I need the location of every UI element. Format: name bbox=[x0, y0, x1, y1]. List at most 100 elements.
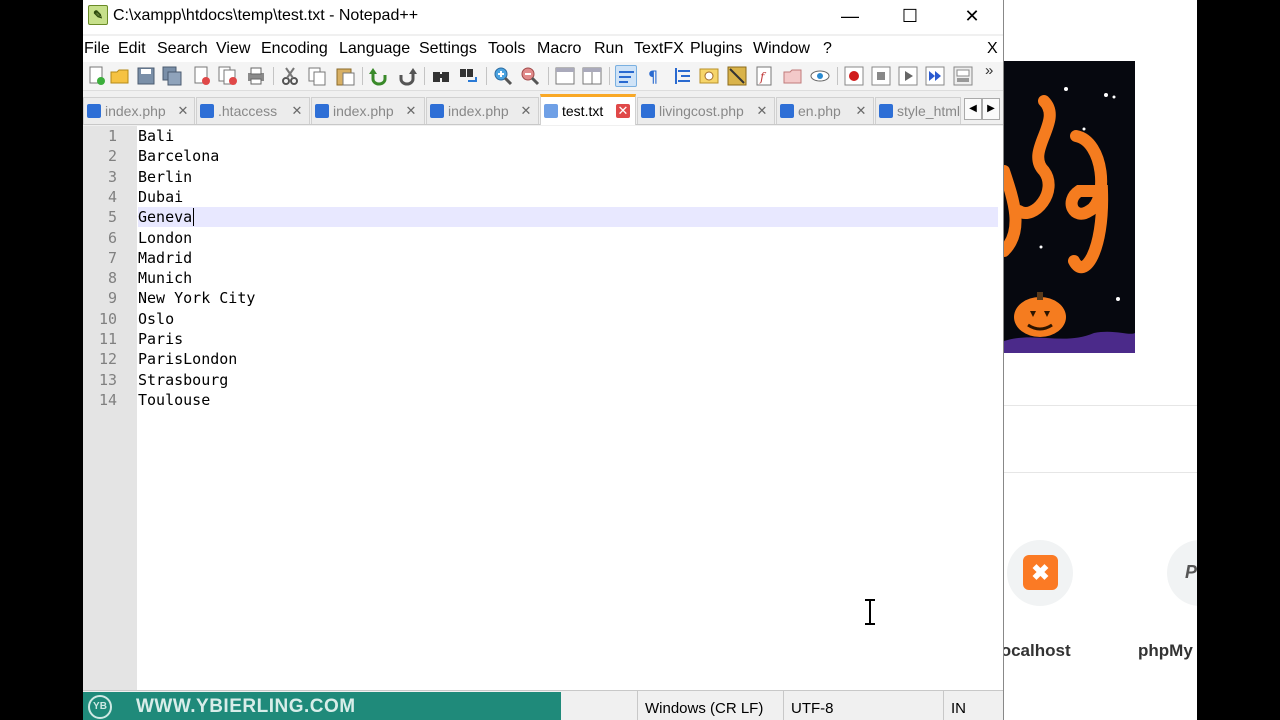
editor-line[interactable]: Barcelona bbox=[138, 146, 998, 166]
editor-line[interactable]: Toulouse bbox=[138, 390, 998, 410]
menu-macro[interactable]: Macro bbox=[537, 40, 581, 58]
browser-gap bbox=[1004, 353, 1197, 405]
folder-workspace-icon[interactable] bbox=[782, 65, 804, 87]
editor-line[interactable]: New York City bbox=[138, 288, 998, 308]
menu-help[interactable]: ? bbox=[823, 40, 832, 58]
menu-run[interactable]: Run bbox=[594, 40, 623, 58]
encoding-status[interactable]: UTF-8 bbox=[783, 691, 943, 720]
eol-format-status[interactable]: Windows (CR LF) bbox=[637, 691, 783, 720]
record-macro-icon[interactable] bbox=[843, 65, 865, 87]
banner-right-area bbox=[1135, 61, 1197, 353]
menu-language[interactable]: Language bbox=[339, 40, 410, 58]
new-file-icon[interactable] bbox=[86, 65, 108, 87]
print-icon[interactable] bbox=[245, 65, 267, 87]
replace-icon[interactable] bbox=[458, 65, 480, 87]
tab-close-icon[interactable]: ✕ bbox=[854, 104, 868, 118]
shortcut-label: phpMy bbox=[1138, 641, 1193, 660]
tab-close-icon[interactable]: ✕ bbox=[404, 104, 418, 118]
xampp-icon: ✖ bbox=[1023, 555, 1058, 590]
undo-icon[interactable] bbox=[368, 65, 390, 87]
menu-textfx[interactable]: TextFX bbox=[634, 40, 684, 58]
open-file-icon[interactable] bbox=[109, 65, 131, 87]
editor-line[interactable]: Dubai bbox=[138, 187, 998, 207]
tab-close-icon[interactable]: ✕ bbox=[290, 104, 304, 118]
paste-icon[interactable] bbox=[334, 65, 356, 87]
file-saved-icon bbox=[315, 104, 329, 118]
menu-window[interactable]: Window bbox=[753, 40, 810, 58]
tab-en-php[interactable]: en.php ✕ bbox=[776, 97, 874, 124]
tab-index-php-2[interactable]: index.php ✕ bbox=[311, 97, 425, 124]
save-macro-icon[interactable] bbox=[952, 65, 974, 87]
zoom-in-icon[interactable] bbox=[492, 65, 514, 87]
file-saved-icon bbox=[430, 104, 444, 118]
show-all-chars-icon[interactable]: ¶ bbox=[643, 65, 665, 87]
editor-line[interactable]: Oslo bbox=[138, 309, 998, 329]
tab-close-icon[interactable]: ✕ bbox=[616, 104, 630, 118]
save-all-icon[interactable] bbox=[161, 65, 183, 87]
menu-plugins[interactable]: Plugins bbox=[690, 40, 742, 58]
text-cursor-icon bbox=[865, 599, 875, 625]
sync-horizontal-icon[interactable] bbox=[581, 65, 603, 87]
tab-scroll-left-button[interactable]: ◀ bbox=[964, 98, 982, 120]
tab-label: livingcost.php bbox=[659, 103, 744, 119]
browser-search-box[interactable] bbox=[1004, 405, 1197, 473]
editor-line[interactable]: Geneva bbox=[138, 207, 998, 228]
stop-macro-icon[interactable] bbox=[870, 65, 892, 87]
line-number: 12 bbox=[98, 350, 117, 369]
tab-label: index.php bbox=[105, 103, 166, 119]
tab-close-icon[interactable]: ✕ bbox=[755, 104, 769, 118]
editor-line[interactable]: ParisLondon bbox=[138, 349, 998, 369]
close-icon[interactable] bbox=[191, 65, 213, 87]
editor-line[interactable]: Madrid bbox=[138, 248, 998, 268]
close-all-icon[interactable] bbox=[217, 65, 239, 87]
word-wrap-icon[interactable] bbox=[615, 65, 637, 87]
sync-vertical-icon[interactable] bbox=[554, 65, 576, 87]
maximize-button[interactable]: ☐ bbox=[879, 0, 941, 34]
editor-line[interactable]: London bbox=[138, 228, 998, 248]
line-number: 5 bbox=[107, 208, 117, 227]
indent-guide-icon[interactable] bbox=[672, 65, 694, 87]
play-macro-icon[interactable] bbox=[897, 65, 919, 87]
tab-index-php-1[interactable]: index.php ✕ bbox=[83, 97, 195, 124]
tab-htaccess[interactable]: .htaccess ✕ bbox=[196, 97, 310, 124]
editor-line[interactable]: Bali bbox=[138, 126, 998, 146]
tab-style-html[interactable]: style_html bbox=[875, 97, 961, 124]
minimize-button[interactable]: — bbox=[819, 0, 881, 34]
halloween-doodle-banner[interactable] bbox=[1004, 61, 1197, 353]
editor-line[interactable]: Strasbourg bbox=[138, 370, 998, 390]
cut-icon[interactable] bbox=[279, 65, 301, 87]
redo-icon[interactable] bbox=[396, 65, 418, 87]
title-bar[interactable]: ✎ C:\xampp\htdocs\temp\test.txt - Notepa… bbox=[83, 0, 1003, 34]
find-icon[interactable] bbox=[430, 65, 452, 87]
menu-file[interactable]: File bbox=[84, 40, 110, 58]
shortcut-phpmyadmin[interactable]: P phpMy bbox=[1138, 478, 1197, 660]
menu-search[interactable]: Search bbox=[157, 40, 208, 58]
menu-settings[interactable]: Settings bbox=[419, 40, 477, 58]
close-document-button[interactable]: X bbox=[987, 40, 998, 58]
editor-line[interactable]: Berlin bbox=[138, 167, 998, 187]
tab-close-icon[interactable]: ✕ bbox=[176, 104, 190, 118]
function-list-icon[interactable]: f bbox=[754, 65, 776, 87]
run-macro-multiple-icon[interactable] bbox=[924, 65, 946, 87]
zoom-out-icon[interactable] bbox=[519, 65, 541, 87]
toolbar-overflow-button[interactable]: » bbox=[985, 62, 993, 79]
monitoring-icon[interactable] bbox=[809, 65, 831, 87]
menu-view[interactable]: View bbox=[216, 40, 250, 58]
define-language-icon[interactable] bbox=[698, 65, 720, 87]
document-map-icon[interactable] bbox=[726, 65, 748, 87]
tab-index-php-3[interactable]: index.php ✕ bbox=[426, 97, 539, 124]
editor-line[interactable]: Munich bbox=[138, 268, 998, 288]
shortcut-localhost[interactable]: ✖ localhost bbox=[1004, 478, 1094, 660]
tab-close-icon[interactable]: ✕ bbox=[519, 104, 533, 118]
menu-tools[interactable]: Tools bbox=[488, 40, 525, 58]
tab-scroll-right-button[interactable]: ▶ bbox=[982, 98, 1000, 120]
save-icon[interactable] bbox=[135, 65, 157, 87]
watermark-logo: YB bbox=[88, 695, 112, 719]
tab-test-txt[interactable]: test.txt ✕ bbox=[540, 94, 636, 125]
tab-livingcost-php[interactable]: livingcost.php ✕ bbox=[637, 97, 775, 124]
close-window-button[interactable]: ✕ bbox=[941, 0, 1003, 34]
menu-encoding[interactable]: Encoding bbox=[261, 40, 328, 58]
menu-edit[interactable]: Edit bbox=[118, 40, 146, 58]
editor-line[interactable]: Paris bbox=[138, 329, 998, 349]
copy-icon[interactable] bbox=[306, 65, 328, 87]
